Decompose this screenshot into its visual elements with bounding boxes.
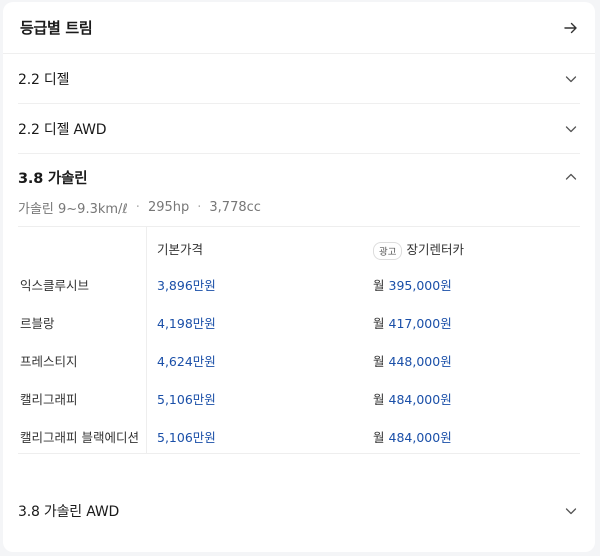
rent-price-link[interactable]: 월 448,000원 bbox=[373, 351, 452, 370]
chevron-down-icon bbox=[565, 508, 577, 515]
col-header-price: 기본가격 bbox=[157, 242, 204, 257]
rent-price-link[interactable]: 월 484,000원 bbox=[373, 389, 452, 408]
base-price-link[interactable]: 3,896만원 bbox=[157, 275, 216, 294]
ad-badge: 광고 bbox=[373, 241, 403, 260]
rent-amount: 395,000원 bbox=[388, 278, 452, 293]
trim-grade-name: 익스클루시브 bbox=[20, 278, 90, 293]
table-row: 르블랑 4,198만원 월 417,000원 bbox=[18, 303, 580, 341]
trim-accordion-item[interactable]: 2.2 디젤 bbox=[18, 54, 580, 104]
rent-price-link[interactable]: 월 484,000원 bbox=[373, 427, 452, 446]
trim-label: 3.8 가솔린 AWD bbox=[18, 504, 120, 520]
rent-price-link[interactable]: 월 395,000원 bbox=[373, 275, 452, 294]
base-price-link[interactable]: 5,106만원 bbox=[157, 427, 216, 446]
rent-amount: 484,000원 bbox=[388, 430, 452, 445]
rent-prefix: 월 bbox=[373, 354, 385, 369]
base-price-link[interactable]: 4,624만원 bbox=[157, 351, 216, 370]
rent-amount: 484,000원 bbox=[388, 392, 452, 407]
rent-prefix: 월 bbox=[373, 430, 385, 445]
horsepower: 295hp bbox=[147, 200, 190, 215]
base-price-link[interactable]: 5,106만원 bbox=[157, 389, 216, 408]
table-row: 프레스티지 4,624만원 월 448,000원 bbox=[18, 341, 580, 379]
base-price-link[interactable]: 4,198만원 bbox=[157, 313, 216, 332]
trim-card: 등급별 트림 2.2 디젤 2.2 디젤 AWD 3.8 가솔린 가솔린 9~9… bbox=[3, 2, 595, 552]
trim-grade-name: 캘리그래피 블랙에디션 bbox=[20, 430, 139, 445]
trim-grade-name: 캘리그래피 bbox=[20, 392, 78, 407]
chevron-down-icon bbox=[565, 75, 577, 82]
trim-label: 2.2 디젤 bbox=[18, 71, 70, 88]
arrow-right-icon[interactable] bbox=[563, 20, 579, 36]
fuel-efficiency: 가솔린 9~9.3km/ℓ bbox=[18, 202, 128, 217]
separator-dot: · bbox=[135, 200, 140, 215]
table-row: 캘리그래피 블랙에디션 5,106만원 월 484,000원 bbox=[18, 417, 580, 455]
price-table: 기본가격 광고 장기렌터카 익스클루시브 3,896만원 월 395,000원 르… bbox=[18, 226, 580, 454]
trim-specs: 가솔린 9~9.3km/ℓ · 295hp · 3,778cc bbox=[18, 198, 261, 217]
trim-accordion-item[interactable]: 3.8 가솔린 AWD bbox=[18, 486, 580, 536]
trim-grade-name: 프레스티지 bbox=[20, 354, 78, 369]
col-header-rent-label: 장기렌터카 bbox=[406, 242, 464, 257]
separator-dot: · bbox=[197, 200, 202, 215]
trim-grade-name: 르블랑 bbox=[20, 316, 55, 331]
header-title: 등급별 트림 bbox=[20, 19, 93, 37]
displacement: 3,778cc bbox=[209, 200, 261, 215]
rent-price-link[interactable]: 월 417,000원 bbox=[373, 313, 452, 332]
rent-prefix: 월 bbox=[373, 392, 385, 407]
rent-amount: 448,000원 bbox=[388, 354, 452, 369]
trim-label: 3.8 가솔린 bbox=[18, 170, 88, 187]
trim-accordion-item-expanded[interactable]: 3.8 가솔린 bbox=[18, 154, 580, 200]
table-row: 익스클루시브 3,896만원 월 395,000원 bbox=[18, 265, 580, 303]
trim-accordion-item[interactable]: 2.2 디젤 AWD bbox=[18, 104, 580, 154]
rent-prefix: 월 bbox=[373, 316, 385, 331]
chevron-down-icon bbox=[565, 125, 577, 132]
trim-header[interactable]: 등급별 트림 bbox=[3, 2, 595, 54]
table-row: 캘리그래피 5,106만원 월 484,000원 bbox=[18, 379, 580, 417]
chevron-up-icon bbox=[565, 173, 577, 180]
rent-amount: 417,000원 bbox=[388, 316, 452, 331]
rent-prefix: 월 bbox=[373, 278, 385, 293]
trim-label: 2.2 디젤 AWD bbox=[18, 121, 107, 138]
col-header-rent: 광고 장기렌터카 bbox=[373, 239, 464, 260]
